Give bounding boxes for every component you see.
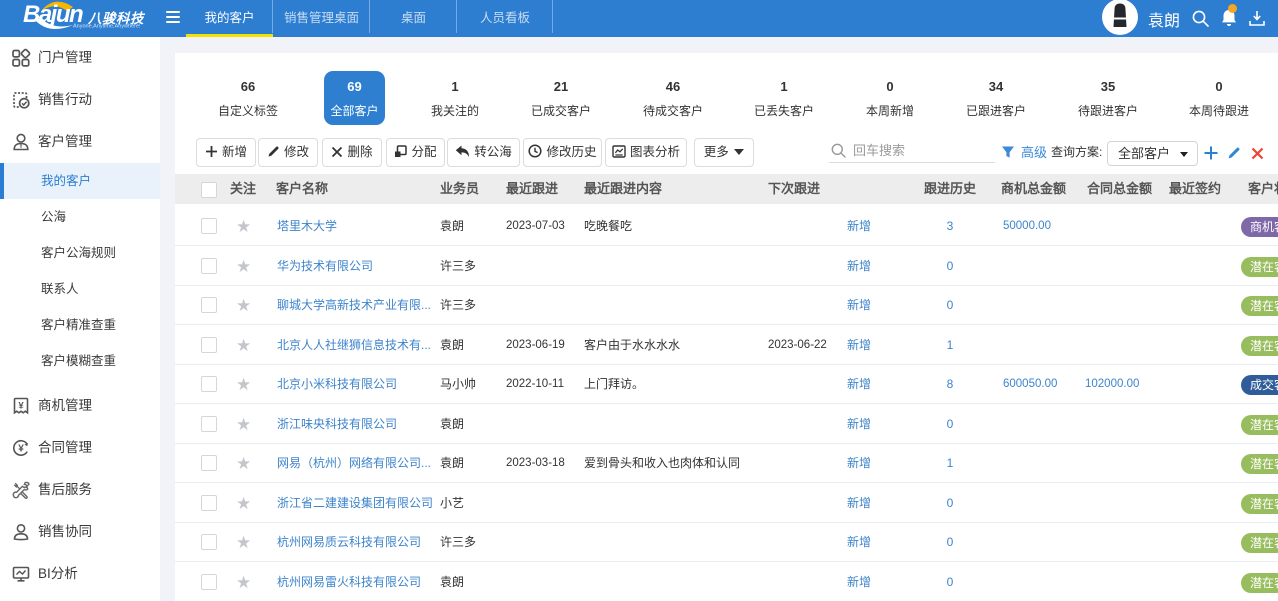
svg-text:¥: ¥ — [18, 401, 24, 412]
svg-text:¥: ¥ — [18, 444, 24, 455]
